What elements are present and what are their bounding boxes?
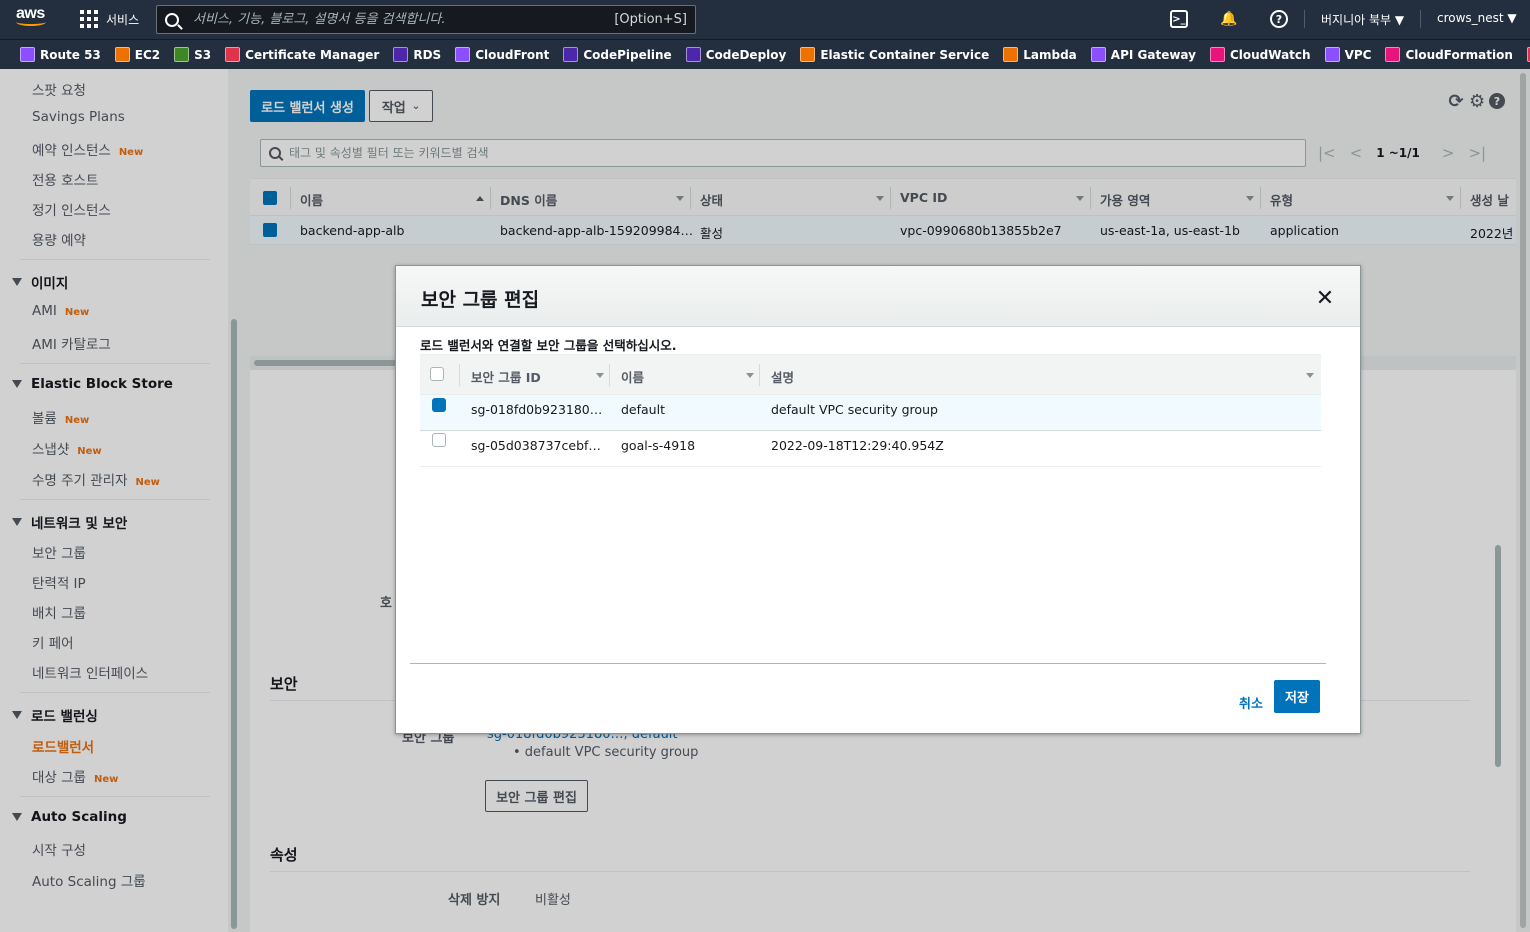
- favorite-elastic-container-service[interactable]: Elastic Container Service: [800, 47, 989, 62]
- row-checkbox[interactable]: [432, 433, 446, 447]
- divider: [1304, 10, 1305, 28]
- close-icon[interactable]: ✕: [1314, 288, 1336, 310]
- service-icon: [685, 47, 701, 62]
- service-icon: [1324, 47, 1340, 62]
- security-groups-table: 보안 그룹 ID 이름 설명 sg-018fd0b923180… default…: [420, 354, 1321, 467]
- service-icon: [225, 47, 241, 62]
- table-row[interactable]: sg-05d038737cebf… goal-s-4918 2022-09-18…: [420, 431, 1321, 467]
- sort-icon[interactable]: [746, 373, 754, 378]
- service-icon: [1090, 47, 1106, 62]
- divider: [459, 364, 460, 386]
- favorite-label: Certificate Manager: [245, 47, 380, 62]
- favorite-certificate-manager[interactable]: Certificate Manager: [225, 47, 379, 62]
- service-icon: [174, 47, 190, 62]
- help-icon[interactable]: ?: [1270, 10, 1288, 28]
- divider: [759, 364, 760, 386]
- search-icon: [165, 12, 179, 27]
- global-search[interactable]: [Option+S]: [156, 5, 696, 34]
- favorite-label: API Gateway: [1110, 47, 1196, 62]
- favorite-label: CodePipeline: [583, 47, 672, 62]
- favorite-label: Route 53: [40, 47, 101, 62]
- row-checkbox[interactable]: [432, 398, 446, 412]
- grid-icon: [80, 10, 98, 28]
- button-label: 저장: [1285, 691, 1309, 706]
- top-navigation: aws 서비스 [Option+S] >_ 🔔 ? 버지니아 북부 ▼ crow…: [0, 0, 1530, 39]
- modal-title: 보안 그룹 편집: [421, 289, 540, 311]
- service-icon: [114, 47, 130, 62]
- favorite-api-gateway[interactable]: API Gateway: [1090, 47, 1196, 62]
- account-menu[interactable]: crows_nest ▼: [1437, 11, 1517, 25]
- service-icon: [1209, 47, 1225, 62]
- favorite-label: CodeDeploy: [705, 47, 787, 62]
- cancel-button[interactable]: 취소: [1239, 693, 1263, 712]
- divider: [410, 663, 1326, 664]
- service-icon: [393, 47, 409, 62]
- service-icon: [563, 47, 579, 62]
- favorite-ec2[interactable]: EC2: [114, 47, 161, 62]
- favorite-label: EC2: [134, 47, 161, 62]
- favorite-label: Lambda: [1023, 47, 1077, 62]
- sort-icon[interactable]: [1306, 373, 1314, 378]
- cell-name: goal-s-4918: [621, 438, 696, 453]
- sort-icon[interactable]: [596, 373, 604, 378]
- service-icon: [455, 47, 471, 62]
- favorite-s3[interactable]: S3: [174, 47, 211, 62]
- cell-name: default: [621, 402, 665, 417]
- favorite-cloudformation[interactable]: CloudFormation: [1385, 47, 1513, 62]
- cell-description: 2022-09-18T12:29:40.954Z: [771, 438, 944, 453]
- favorite-label: CloudFormation: [1405, 47, 1513, 62]
- global-search-input[interactable]: [193, 12, 615, 27]
- favorite-label: RDS: [413, 47, 442, 62]
- favorite-route-53[interactable]: Route 53: [20, 47, 101, 62]
- favorite-label: VPC: [1344, 47, 1372, 62]
- favorite-label: S3: [194, 47, 212, 62]
- cell-description: default VPC security group: [771, 402, 938, 417]
- aws-logo-text: aws: [16, 5, 45, 22]
- favorite-vpc[interactable]: VPC: [1324, 47, 1372, 62]
- cloudshell-icon[interactable]: >_: [1170, 10, 1188, 28]
- table-header: 보안 그룹 ID 이름 설명: [420, 354, 1321, 395]
- service-icon: [800, 47, 816, 62]
- favorite-label: CloudWatch: [1229, 47, 1311, 62]
- service-icon: [1003, 47, 1019, 62]
- favorite-label: CloudFront: [475, 47, 550, 62]
- favorite-rds[interactable]: RDS: [393, 47, 441, 62]
- save-button[interactable]: 저장: [1274, 680, 1320, 713]
- select-all-checkbox[interactable]: [430, 367, 444, 381]
- cell-sg-id: sg-018fd0b923180…: [471, 402, 603, 417]
- service-icon: [20, 47, 35, 62]
- divider: [609, 364, 610, 386]
- search-shortcut-hint: [Option+S]: [614, 12, 687, 27]
- favorite-cloudwatch[interactable]: CloudWatch: [1209, 47, 1311, 62]
- service-icon: [1385, 47, 1401, 62]
- column-header-description[interactable]: 설명: [771, 367, 794, 386]
- favorite-lambda[interactable]: Lambda: [1003, 47, 1077, 62]
- favorites-bar: Route 53 EC2 S3 Certificate Manager RDS Cloud…: [0, 39, 1530, 69]
- aws-logo[interactable]: aws: [16, 6, 52, 34]
- edit-security-groups-modal: 보안 그룹 편집 ✕ 로드 밸런서와 연결할 보안 그룹을 선택하십시오. 보안…: [395, 265, 1361, 734]
- divider: [1420, 10, 1421, 28]
- table-row[interactable]: sg-018fd0b923180… default default VPC se…: [420, 395, 1321, 431]
- bell-icon[interactable]: 🔔: [1220, 10, 1238, 28]
- modal-header: 보안 그룹 편집 ✕: [396, 266, 1360, 327]
- services-label: 서비스: [106, 12, 140, 27]
- column-header-name[interactable]: 이름: [621, 367, 644, 386]
- services-menu-button[interactable]: 서비스: [80, 8, 139, 30]
- column-header-sg-id[interactable]: 보안 그룹 ID: [471, 367, 541, 386]
- favorite-cloudfront[interactable]: CloudFront: [455, 47, 549, 62]
- favorite-codedeploy[interactable]: CodeDeploy: [685, 47, 787, 62]
- favorite-label: Elastic Container Service: [820, 47, 990, 62]
- cell-sg-id: sg-05d038737cebf…: [471, 438, 601, 453]
- region-selector[interactable]: 버지니아 북부 ▼: [1321, 11, 1404, 28]
- modal-description: 로드 밸런서와 연결할 보안 그룹을 선택하십시오.: [420, 338, 677, 353]
- favorite-codepipeline[interactable]: CodePipeline: [563, 47, 672, 62]
